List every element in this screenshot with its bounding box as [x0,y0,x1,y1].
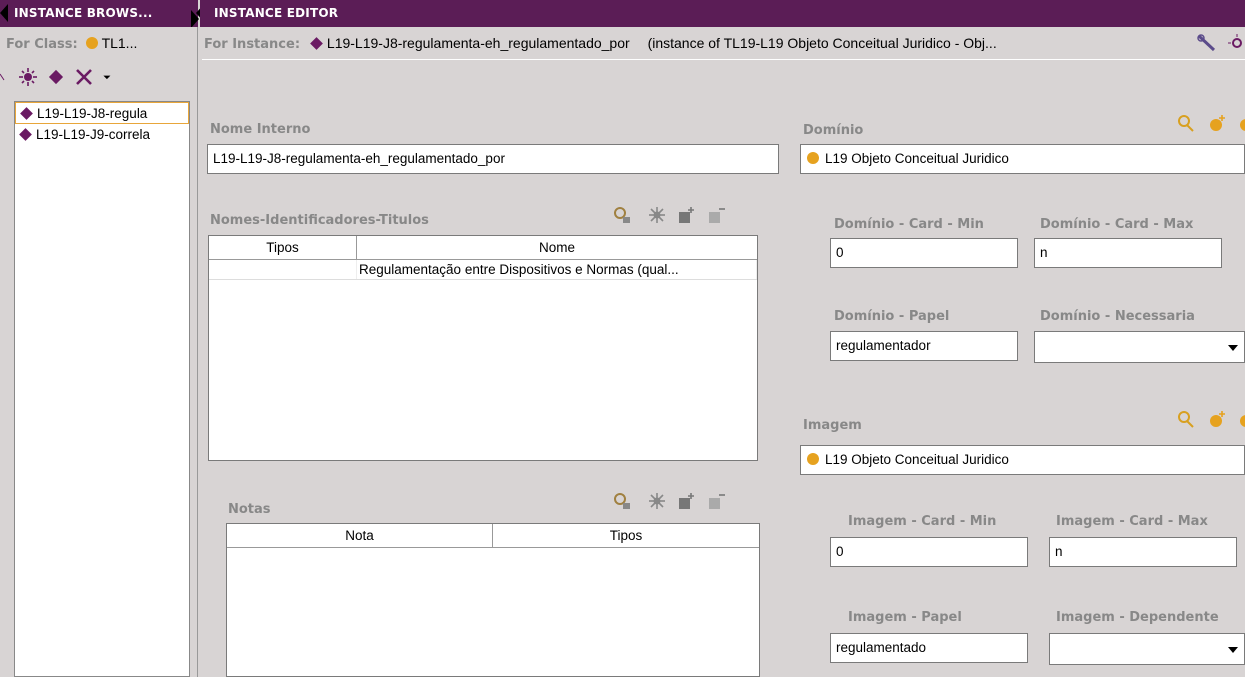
for-class-label: For Class: [6,37,78,52]
dominio-necessaria-select[interactable] [1034,331,1245,363]
dominio-card-max-field[interactable]: n [1034,238,1222,268]
instance-diamond-icon [20,107,33,120]
list-item[interactable]: L19-L19-J8-regula [15,102,189,124]
table-cell-tipos [209,260,357,279]
remove-value-icon[interactable] [706,205,728,225]
class-dot-icon [807,453,819,465]
nomes-table[interactable]: Tipos Nome Regulamentação entre Disposit… [208,235,758,461]
column-header-nome[interactable]: Nome [357,236,757,259]
imagem-papel-field[interactable]: regulamentado [830,633,1028,663]
add-value-icon[interactable] [676,491,698,511]
table-header: Tipos Nome [209,236,757,260]
instance-of-text: (instance of TL19-L19 Objeto Conceitual … [647,35,997,51]
dominio-card-min-label: Domínio - Card - Min [834,217,984,232]
class-dot-icon [85,37,98,49]
dominio-papel-label: Domínio - Papel [834,309,950,324]
table-row[interactable]: Regulamentação entre Dispositivos e Norm… [209,260,757,280]
nome-interno-label: Nome Interno [210,122,311,137]
imagem-dependente-select[interactable] [1049,633,1245,665]
instance-browser-title: INSTANCE BROWS... [0,0,198,27]
for-class-value[interactable]: TL1... [102,35,138,51]
notas-table[interactable]: Nota Tipos [226,523,760,677]
instance-editor-panel: For Instance: L19-L19-J8-regulamenta-eh_… [200,27,1245,677]
instance-diamond-icon [310,37,323,50]
dominio-label: Domínio [803,123,864,138]
instance-name: L19-L19-J8-regulamenta-eh_regulamentado_… [326,35,630,51]
dominio-field[interactable]: L19 Objeto Conceitual Juridico [800,144,1245,174]
dropdown-chevron-icon[interactable] [102,67,116,87]
imagem-card-min-label: Imagem - Card - Min [848,514,997,529]
instance-editor-title: INSTANCE EDITOR [200,0,1245,27]
instance-editor-title-text: INSTANCE EDITOR [214,6,339,20]
dominio-card-max-label: Domínio - Card - Max [1040,217,1194,232]
view-icon[interactable] [612,491,634,511]
dominio-papel-field[interactable]: regulamentador [830,331,1018,361]
browse-slots-icon[interactable] [1226,33,1245,53]
column-header-tipos[interactable]: Tipos [493,524,759,547]
browse-value-icon[interactable] [646,205,668,225]
chevron-down-icon [1228,345,1238,351]
dominio-card-min-field[interactable]: 0 [830,238,1018,268]
remove-value-icon[interactable] [706,491,728,511]
dominio-value: L19 Objeto Conceitual Juridico [825,151,1009,166]
table-cell-nome: Regulamentação entre Dispositivos e Norm… [357,260,757,279]
add-class-icon[interactable] [1206,113,1228,133]
imagem-card-max-field[interactable]: n [1049,537,1237,567]
view-icon[interactable] [612,205,634,225]
for-instance-label: For Instance: [204,37,301,52]
imagem-value: L19 Objeto Conceitual Juridico [825,452,1009,467]
collapse-left-arrow-icon[interactable] [0,4,8,22]
for-class-header: For Class: TL1... [6,27,196,59]
imagem-card-min-field[interactable]: 0 [830,537,1028,567]
for-instance-header: For Instance: L19-L19-J8-regulamenta-eh_… [204,27,1194,59]
browse-value-icon[interactable] [646,491,668,511]
add-value-icon[interactable] [676,205,698,225]
remove-class-icon[interactable] [1236,409,1245,429]
imagem-card-max-label: Imagem - Card - Max [1056,514,1208,529]
imagem-field[interactable]: L19 Objeto Conceitual Juridico [800,445,1245,475]
imagem-dependente-label: Imagem - Dependente [1056,610,1219,625]
view-class-icon[interactable] [1176,409,1198,429]
remove-class-icon[interactable] [1236,113,1245,133]
instance-browser-title-text: INSTANCE BROWS... [14,6,153,20]
imagem-papel-label: Imagem - Papel [848,610,962,625]
instance-list[interactable]: L19-L19-J8-regula L19-L19-J9-correla [14,101,190,677]
wrench-icon[interactable] [1196,33,1218,53]
view-class-icon[interactable] [1176,113,1198,133]
nome-interno-field[interactable]: L19-L19-J8-regulamenta-eh_regulamentado_… [207,144,779,174]
list-item-label: L19-L19-J9-correla [36,127,151,142]
create-partial-icon[interactable] [0,67,10,87]
list-item-label: L19-L19-J8-regula [37,106,148,121]
browse-instances-icon[interactable] [18,67,38,87]
list-item[interactable]: L19-L19-J9-correla [15,124,189,146]
instance-browser-panel: For Class: TL1... L19-L19-J8-regula L19-… [0,27,198,677]
chevron-down-icon [1228,647,1238,653]
table-header: Nota Tipos [227,524,759,548]
create-instance-icon[interactable] [46,67,66,87]
column-header-nota[interactable]: Nota [227,524,493,547]
nomes-identificadores-label: Nomes-Identificadores-Titulos [210,213,429,228]
add-class-icon[interactable] [1206,409,1228,429]
instance-diamond-icon [19,128,32,141]
header-divider [202,59,1245,60]
notas-label: Notas [228,502,271,517]
class-dot-icon [807,152,819,164]
column-header-tipos[interactable]: Tipos [209,236,357,259]
dominio-necessaria-label: Domínio - Necessaria [1040,309,1195,324]
delete-instance-icon[interactable] [74,67,94,87]
imagem-label: Imagem [803,418,862,433]
browser-toolbar [0,67,116,87]
expand-right-arrow-icon[interactable] [191,10,199,28]
